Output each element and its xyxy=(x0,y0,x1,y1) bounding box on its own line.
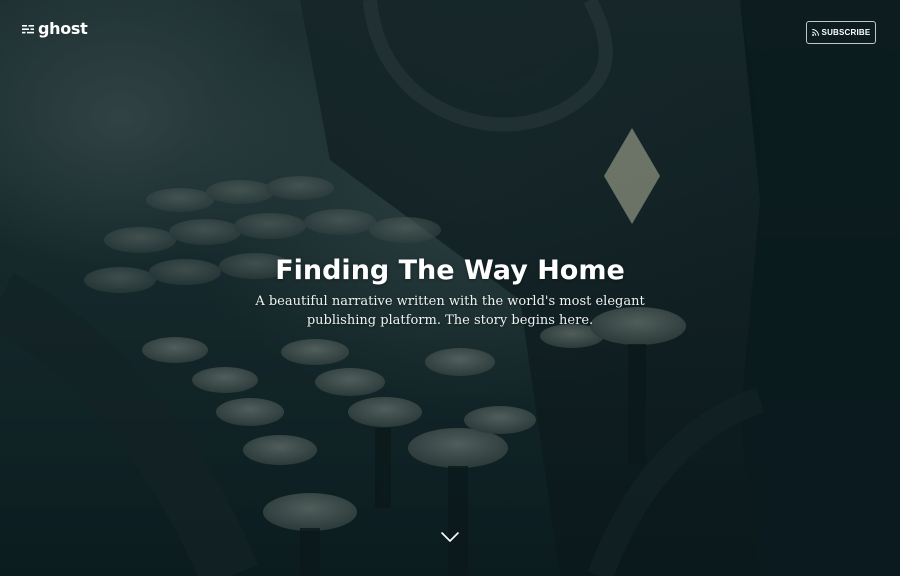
hero-cover: ghost SUBSCRIBE Finding The Way Home A b… xyxy=(0,0,900,576)
chevron-down-icon[interactable] xyxy=(440,530,460,544)
page-description: A beautiful narrative written with the w… xyxy=(255,294,645,328)
ghost-logo-icon xyxy=(22,25,34,34)
site-logo[interactable]: ghost xyxy=(22,21,88,37)
logo-text: ghost xyxy=(38,19,88,38)
rss-icon xyxy=(811,29,819,36)
subscribe-button[interactable]: SUBSCRIBE xyxy=(806,21,876,44)
subscribe-button-label: SUBSCRIBE xyxy=(821,27,871,37)
site-header: ghost SUBSCRIBE xyxy=(0,0,900,64)
page-title: Finding The Way Home xyxy=(275,255,625,286)
